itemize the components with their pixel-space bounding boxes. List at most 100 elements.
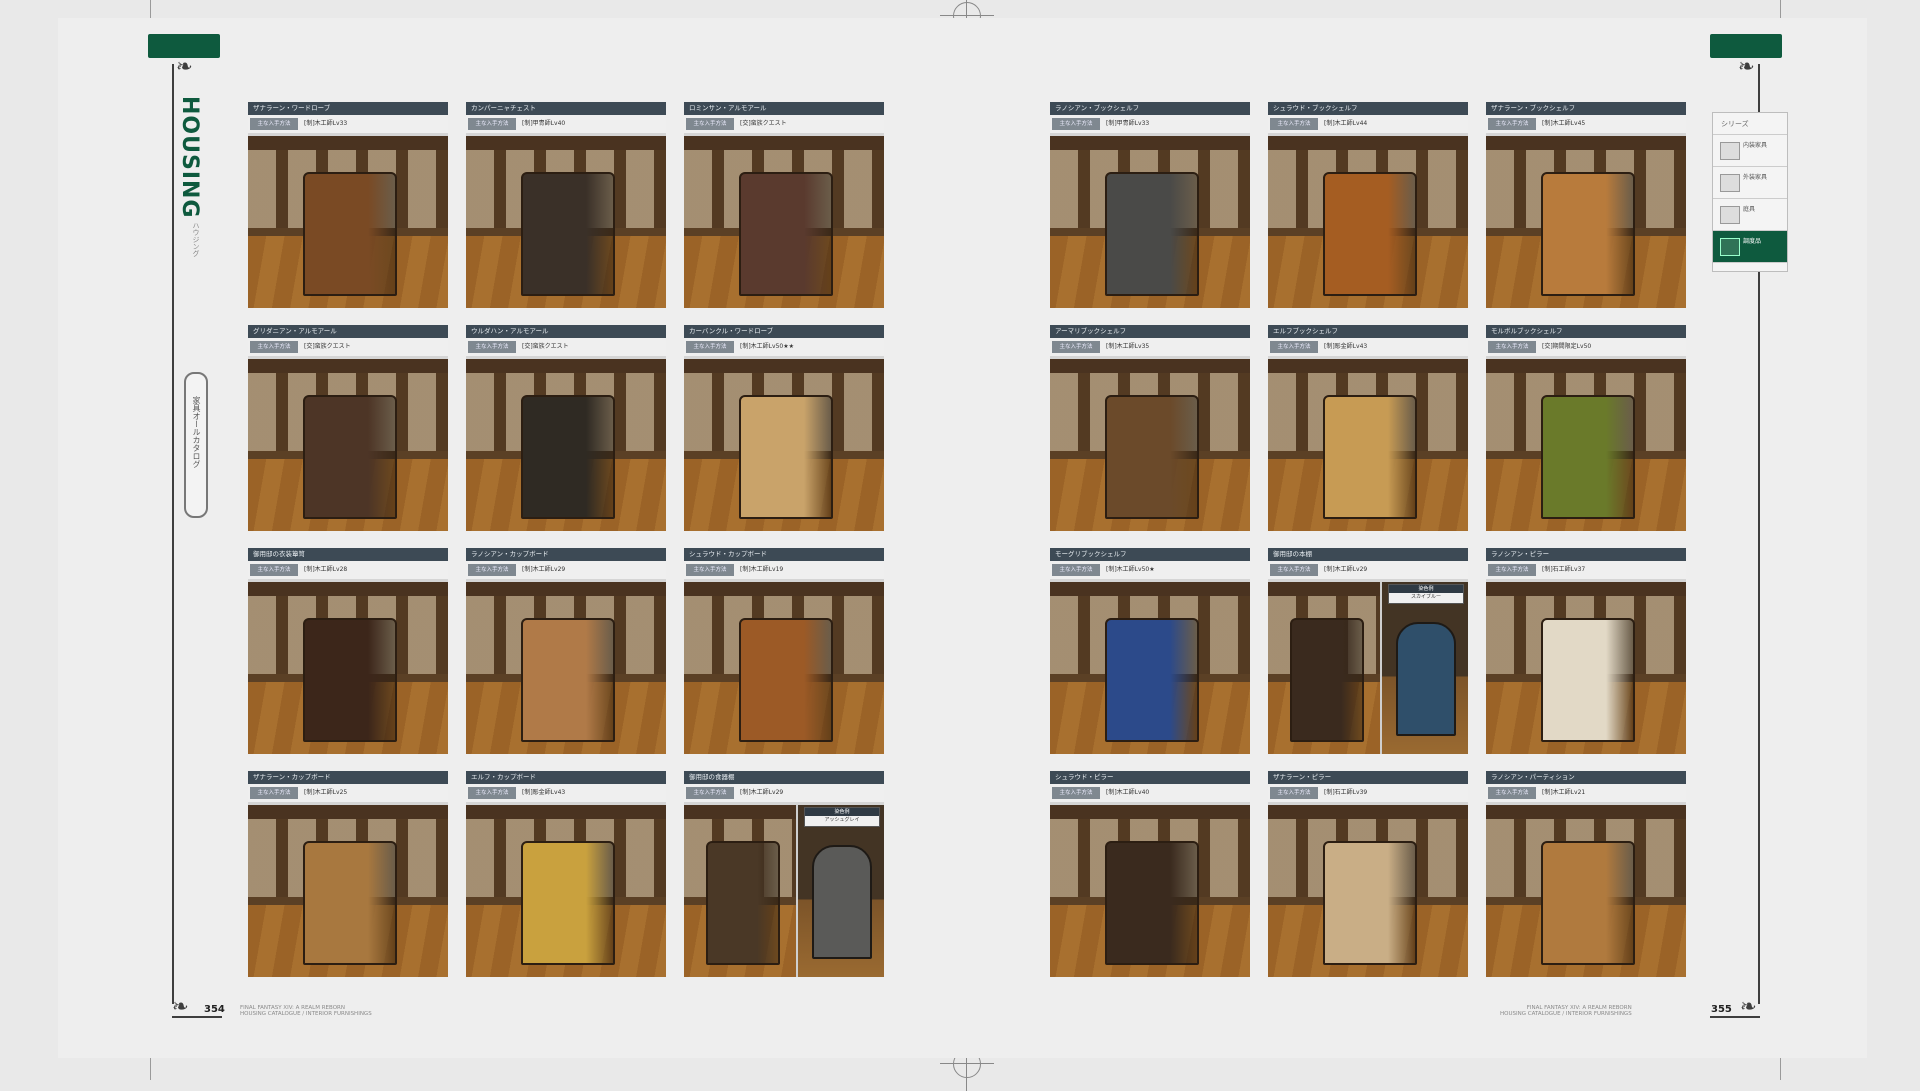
catalog-item-card: 御用邸の本棚 主な入手方法 [制]木工師Lv29 染色例 スカイブルー <box>1268 548 1468 754</box>
item-render-image <box>1268 136 1468 308</box>
furniture-object <box>739 395 833 519</box>
item-render-image <box>684 359 884 531</box>
catalog-item-card: アーマリブックシェルフ 主な入手方法 [制]木工師Lv35 <box>1050 325 1250 531</box>
acquisition-tag: 主な入手方法 <box>1488 118 1536 130</box>
series-index-item-active[interactable]: 調度品 <box>1713 231 1787 263</box>
furniture-object <box>739 172 833 296</box>
left-page-border <box>172 64 174 1004</box>
item-acquisition: 主な入手方法 [交]蛮族クエスト <box>684 115 884 133</box>
catalog-item-card: エルフブックシェルフ 主な入手方法 [制]彫金師Lv43 <box>1268 325 1468 531</box>
catalog-item-card: ザナラーン・ブックシェルフ 主な入手方法 [制]木工師Lv45 <box>1486 102 1686 308</box>
item-render-image <box>1050 136 1250 308</box>
catalog-item-card: ロミンサン・アルモアール 主な入手方法 [交]蛮族クエスト <box>684 102 884 308</box>
furniture-object <box>1105 841 1199 965</box>
acquisition-tag: 主な入手方法 <box>468 787 516 799</box>
acquisition-tag: 主な入手方法 <box>468 564 516 576</box>
catalog-item-card: シュラウド・ブックシェルフ 主な入手方法 [制]木工師Lv44 <box>1268 102 1468 308</box>
acquisition-tag: 主な入手方法 <box>1270 564 1318 576</box>
item-render-image <box>1268 359 1468 531</box>
side-tab-label: 家具オールカタログ <box>192 396 201 468</box>
acquisition-info: [制]木工師Lv25 <box>304 789 348 796</box>
item-name: ラノシアン・カップボード <box>466 548 666 561</box>
acquisition-info: [制]木工師Lv29 <box>740 789 784 796</box>
acquisition-info: [交]蛮族クエスト <box>304 343 351 350</box>
series-index-item[interactable]: 外装家具 <box>1713 167 1787 199</box>
furniture-object <box>1323 395 1417 519</box>
acquisition-tag: 主な入手方法 <box>1052 341 1100 353</box>
series-index-item[interactable]: 内装家具 <box>1713 135 1787 167</box>
series-index-item[interactable]: 庭具 <box>1713 199 1787 231</box>
item-name: ラノシアン・ピラー <box>1486 548 1686 561</box>
dye-color-name: アッシュグレイ <box>824 817 860 823</box>
series-index-header: シリーズ <box>1713 113 1787 135</box>
item-acquisition: 主な入手方法 [制]木工師Lv25 <box>248 784 448 802</box>
item-render-image <box>1050 805 1250 977</box>
acquisition-info: [制]木工師Lv50★ <box>1106 566 1155 573</box>
furniture-object <box>1541 172 1635 296</box>
furniture-object <box>303 395 397 519</box>
item-render-image <box>248 582 448 754</box>
acquisition-info: [制]甲冑師Lv33 <box>1106 120 1150 127</box>
acquisition-tag: 主な入手方法 <box>1488 341 1536 353</box>
acquisition-info: [交]期間限定Lv50 <box>1542 343 1592 350</box>
furniture-object <box>1290 618 1364 742</box>
item-name: ザナラーン・ブックシェルフ <box>1486 102 1686 115</box>
dye-example-inset: 染色例 スカイブルー <box>1380 582 1468 754</box>
acquisition-tag: 主な入手方法 <box>1052 564 1100 576</box>
page-number-left: 354 <box>204 1004 225 1015</box>
catalog-item-card: 御用邸の衣装簞笥 主な入手方法 [制]木工師Lv28 <box>248 548 448 754</box>
acquisition-info: [制]彫金師Lv43 <box>522 789 566 796</box>
acquisition-tag: 主な入手方法 <box>686 341 734 353</box>
acquisition-tag: 主な入手方法 <box>1488 787 1536 799</box>
page-number-right: 355 <box>1711 1004 1732 1015</box>
item-render-image <box>466 582 666 754</box>
dye-example-inset: 染色例 アッシュグレイ <box>796 805 884 977</box>
item-name: エルフブックシェルフ <box>1268 325 1468 338</box>
catalog-item-card: モルボルブックシェルフ 主な入手方法 [交]期間限定Lv50 <box>1486 325 1686 531</box>
acquisition-tag: 主な入手方法 <box>250 787 298 799</box>
acquisition-tag: 主な入手方法 <box>1052 787 1100 799</box>
item-name: アーマリブックシェルフ <box>1050 325 1250 338</box>
item-name: ザナラーン・カップボード <box>248 771 448 784</box>
catalog-item-card: シュラウド・カップボード 主な入手方法 [制]木工師Lv19 <box>684 548 884 754</box>
furniture-object <box>303 618 397 742</box>
section-title: HOUSING <box>177 96 202 219</box>
cabinet-icon <box>1720 238 1740 256</box>
item-acquisition: 主な入手方法 [制]木工師Lv50★★ <box>684 338 884 356</box>
furniture-object <box>1541 841 1635 965</box>
acquisition-info: [制]木工師Lv45 <box>1542 120 1586 127</box>
furniture-object-dyed <box>1396 622 1456 736</box>
item-name: ラノシアン・パーティション <box>1486 771 1686 784</box>
furniture-object <box>521 395 615 519</box>
tree-icon <box>1720 206 1740 224</box>
item-acquisition: 主な入手方法 [制]木工師Lv35 <box>1050 338 1250 356</box>
furniture-object <box>1105 618 1199 742</box>
dye-color-name: スカイブルー <box>1410 594 1441 600</box>
acquisition-tag: 主な入手方法 <box>250 564 298 576</box>
furniture-icon <box>1720 174 1740 192</box>
item-acquisition: 主な入手方法 [制]甲冑師Lv40 <box>466 115 666 133</box>
item-render-image <box>684 136 884 308</box>
acquisition-tag: 主な入手方法 <box>468 341 516 353</box>
acquisition-info: [制]木工師Lv19 <box>740 566 784 573</box>
item-render-image <box>1268 805 1468 977</box>
acquisition-info: [制]木工師Lv29 <box>1324 566 1368 573</box>
catalog-item-card: モーグリブックシェルフ 主な入手方法 [制]木工師Lv50★ <box>1050 548 1250 754</box>
item-acquisition: 主な入手方法 [制]木工師Lv50★ <box>1050 561 1250 579</box>
series-index: シリーズ 内装家具 外装家具 庭具 調度品 <box>1712 112 1788 272</box>
item-acquisition: 主な入手方法 [制]木工師Lv29 <box>466 561 666 579</box>
section-subtitle: ハウジング <box>192 222 200 257</box>
catalog-item-card: ラノシアン・カップボード 主な入手方法 [制]木工師Lv29 <box>466 548 666 754</box>
item-acquisition: 主な入手方法 [制]木工師Lv33 <box>248 115 448 133</box>
item-acquisition: 主な入手方法 [制]木工師Lv29 <box>1268 561 1468 579</box>
catalog-item-card: ラノシアン・パーティション 主な入手方法 [制]木工師Lv21 <box>1486 771 1686 977</box>
acquisition-info: [制]木工師Lv29 <box>522 566 566 573</box>
footer-left-line2: HOUSING CATALOGUE / INTERIOR FURNISHINGS <box>240 1011 372 1017</box>
item-render-image <box>1486 805 1686 977</box>
item-name: ザナラーン・ワードローブ <box>248 102 448 115</box>
catalog-item-card: ザナラーン・カップボード 主な入手方法 [制]木工師Lv25 <box>248 771 448 977</box>
item-acquisition: 主な入手方法 [交]蛮族クエスト <box>248 338 448 356</box>
acquisition-info: [制]甲冑師Lv40 <box>522 120 566 127</box>
item-name: ザナラーン・ピラー <box>1268 771 1468 784</box>
acquisition-tag: 主な入手方法 <box>1270 787 1318 799</box>
